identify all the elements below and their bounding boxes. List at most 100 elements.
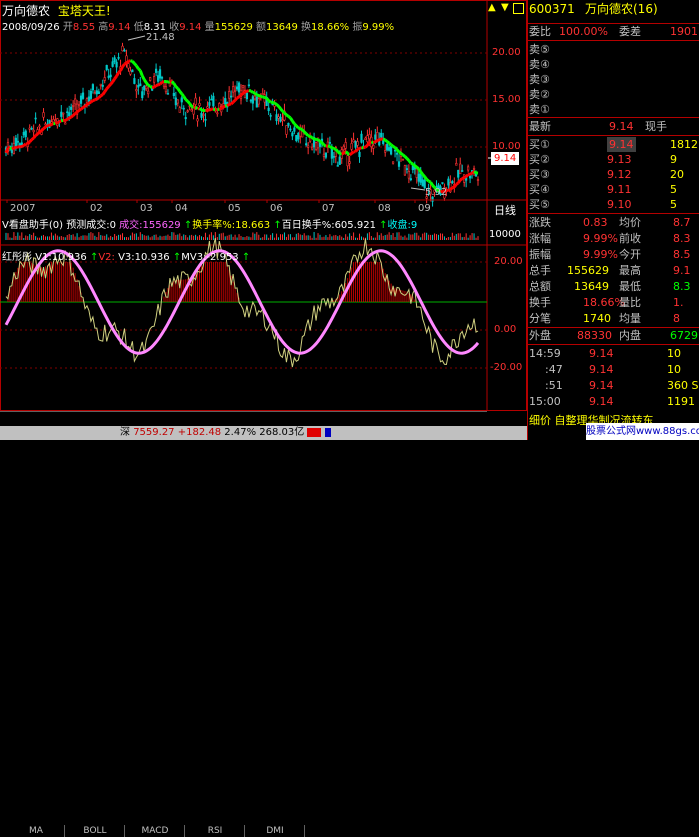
- ma-segment: [292, 121, 294, 124]
- arrow-down-icon[interactable]: ▼: [501, 2, 509, 13]
- panel-toggle-icon[interactable]: [513, 3, 524, 14]
- up-arrow-icon: ↑: [242, 252, 250, 263]
- candle-body: [224, 98, 226, 103]
- ma-segment: [59, 121, 61, 123]
- candle-body: [238, 83, 240, 92]
- ma-segment: [99, 96, 101, 98]
- ma-segment: [300, 129, 302, 130]
- tab-rsi[interactable]: RSI: [186, 825, 245, 837]
- divider: [527, 213, 699, 214]
- tick-price: 9.14: [589, 362, 614, 377]
- stat-value2: 1.: [673, 295, 684, 310]
- buy-label: 买②: [529, 152, 550, 167]
- buy-price: 9.10: [607, 197, 632, 212]
- ma-segment: [312, 138, 314, 140]
- candle-body: [175, 98, 177, 105]
- ma-segment: [265, 97, 267, 98]
- tab-dmi[interactable]: DMI: [246, 825, 305, 837]
- ma-segment: [373, 142, 375, 143]
- ma-segment: [346, 152, 348, 153]
- ma-segment: [160, 82, 162, 84]
- ma-segment: [209, 109, 211, 110]
- ma-segment: [219, 108, 221, 109]
- tab-macd[interactable]: MACD: [126, 825, 185, 837]
- ma-segment: [215, 109, 217, 110]
- ma-segment: [290, 118, 292, 121]
- candle-body: [132, 70, 134, 72]
- ma-segment: [298, 128, 300, 129]
- ma-segment: [71, 116, 73, 117]
- stat-value: 13649: [574, 279, 609, 294]
- ma-segment: [429, 181, 431, 182]
- candle-body: [270, 115, 272, 116]
- ma-segment: [365, 145, 367, 147]
- candle-body: [294, 128, 296, 131]
- weibi-label: 委比: [529, 24, 551, 39]
- ma-segment: [34, 135, 36, 138]
- tab-boll[interactable]: BOLL: [66, 825, 125, 837]
- ma-segment: [245, 91, 247, 92]
- ma-segment: [413, 164, 415, 166]
- ma-segment: [281, 109, 283, 112]
- candle-body: [161, 77, 163, 78]
- tab-ma[interactable]: MA: [8, 825, 65, 837]
- ma-segment: [399, 152, 401, 154]
- candle-body: [179, 108, 181, 113]
- candle-body: [388, 147, 390, 150]
- candle-body: [410, 179, 412, 180]
- site-watermark: 股票公式网www.88gs.com: [586, 423, 699, 440]
- ma-segment: [221, 107, 223, 108]
- ma-segment: [393, 146, 395, 147]
- stat-value: 1740: [583, 311, 611, 326]
- divider: [527, 135, 699, 136]
- ma-segment: [279, 106, 281, 108]
- ma-segment: [389, 143, 391, 145]
- index-value: 7559.27: [133, 427, 174, 438]
- candle-body: [68, 113, 70, 116]
- stat-value2: 9.1: [673, 263, 691, 278]
- buy-vol: 1812: [670, 137, 698, 152]
- ma-segment: [154, 85, 156, 87]
- candle-body: [246, 93, 248, 99]
- ma-segment: [466, 175, 468, 177]
- candle-body: [98, 92, 100, 94]
- ma-segment: [132, 61, 134, 63]
- candle-body: [92, 84, 94, 89]
- chart-area[interactable]: 万向德农 宝塔天王! 2008/09/26 开8.55 高9.14 低8.31 …: [0, 0, 527, 424]
- ma-segment: [462, 177, 464, 178]
- candle-body: [217, 113, 219, 114]
- period-label[interactable]: 日线: [494, 202, 516, 218]
- sell-row: 卖①: [527, 102, 699, 117]
- candle-body: [145, 86, 147, 89]
- ma-segment: [237, 97, 239, 98]
- candle-body: [333, 156, 335, 157]
- tick-row: 15:009.141191: [527, 394, 699, 409]
- sell-label: 卖④: [529, 57, 550, 72]
- ma-segment: [397, 150, 399, 152]
- tick-price: 9.14: [589, 378, 614, 393]
- candle-body: [209, 102, 211, 105]
- kline-svg[interactable]: 21.48 5.92 20070203040506070809: [0, 0, 527, 424]
- candle-body: [159, 70, 161, 79]
- tick-vol: 360 S: [667, 378, 698, 393]
- candle-body: [252, 97, 254, 104]
- candle-body: [406, 169, 408, 170]
- tick-row: :479.1410: [527, 362, 699, 377]
- stat-value: 9.99%: [583, 231, 618, 246]
- arrow-up-icon[interactable]: ▲: [488, 2, 496, 13]
- ma-segment: [296, 126, 298, 128]
- stat-row: 换手18.66%量比1.: [527, 295, 699, 310]
- stat-label2: 前收: [619, 231, 641, 246]
- candle-body: [477, 180, 479, 181]
- ma-segment: [419, 169, 421, 172]
- ma-segment: [97, 98, 99, 99]
- ma-segment: [425, 177, 427, 180]
- candle-body: [380, 133, 382, 137]
- ma-segment: [342, 153, 344, 154]
- volume-value: 成交:155629: [119, 220, 181, 231]
- ma-segment: [275, 103, 277, 104]
- candle-body: [88, 97, 90, 102]
- ma-segment: [383, 139, 385, 140]
- indicator-v1: V1:10.936: [35, 252, 87, 263]
- buy-price: 9.12: [607, 167, 632, 182]
